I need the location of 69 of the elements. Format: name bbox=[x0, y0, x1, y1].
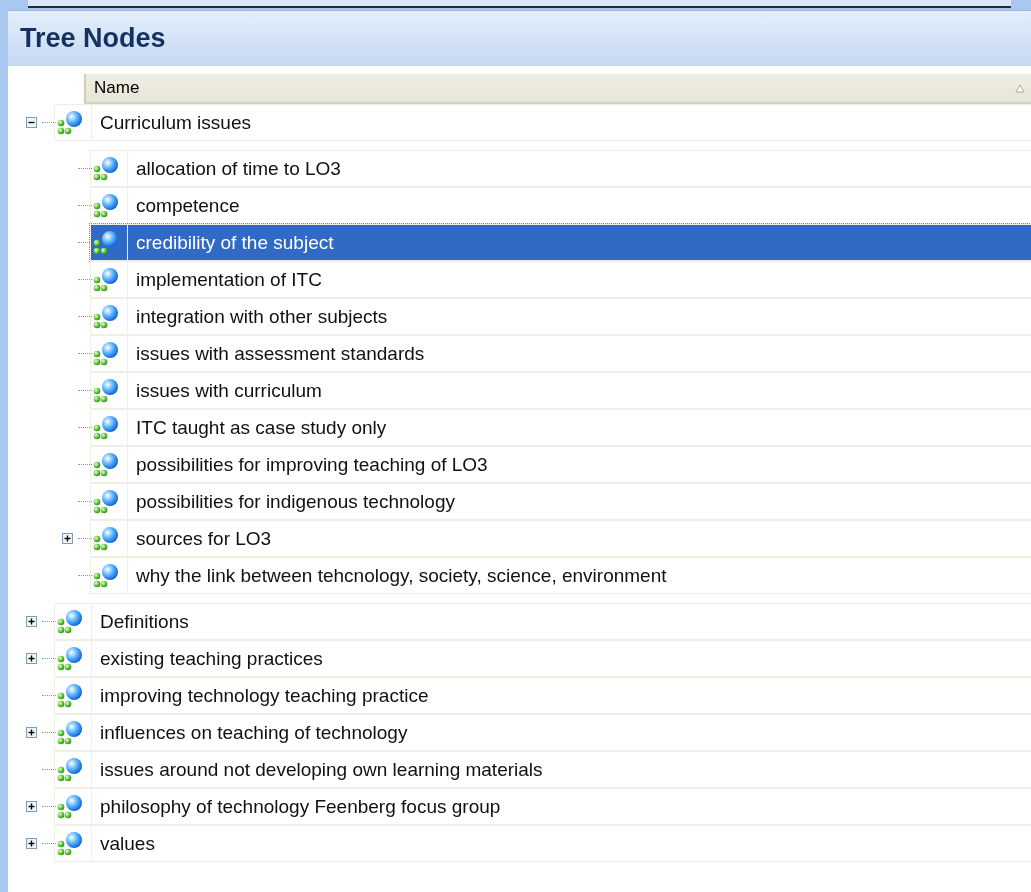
tree-node[interactable]: values bbox=[54, 825, 1031, 862]
node-icon bbox=[57, 756, 85, 783]
expand-icon[interactable] bbox=[26, 727, 37, 738]
tree-node[interactable]: why the link between tehcnology, society, science, environment bbox=[90, 557, 1031, 594]
tree-node[interactable]: influences on teaching of technology bbox=[54, 714, 1031, 751]
node-label: possibilities for indigenous technology bbox=[127, 484, 455, 519]
tree-node[interactable]: issues around not developing own learning materials bbox=[54, 751, 1031, 788]
expand-icon[interactable] bbox=[26, 616, 37, 627]
node-icon bbox=[93, 525, 121, 552]
node-label: existing teaching practices bbox=[91, 641, 323, 676]
node-icon bbox=[57, 793, 85, 820]
node-icon bbox=[93, 377, 121, 404]
panel-title: Tree Nodes bbox=[8, 10, 1031, 66]
node-icon bbox=[57, 608, 85, 635]
node-label: issues with curriculum bbox=[127, 373, 322, 408]
tree-node[interactable]: integration with other subjects bbox=[90, 298, 1031, 335]
expand-icon[interactable] bbox=[26, 653, 37, 664]
node-label: integration with other subjects bbox=[127, 299, 388, 334]
expand-icon[interactable] bbox=[26, 801, 37, 812]
tree-node[interactable]: issues with curriculum bbox=[90, 372, 1031, 409]
node-label: ITC taught as case study only bbox=[127, 410, 387, 445]
tree-node[interactable]: allocation of time to LO3 bbox=[90, 150, 1031, 187]
tree-node[interactable]: issues with assessment standards bbox=[90, 335, 1031, 372]
tree-node[interactable]: improving technology teaching practice bbox=[54, 677, 1031, 714]
node-icon bbox=[57, 645, 85, 672]
node-icon bbox=[57, 719, 85, 746]
node-label: influences on teaching of technology bbox=[91, 715, 408, 750]
node-label: Definitions bbox=[91, 604, 189, 639]
node-label: Curriculum issues bbox=[91, 105, 251, 140]
node-icon bbox=[93, 303, 121, 330]
expand-icon[interactable] bbox=[62, 533, 73, 544]
node-label: issues around not developing own learning materials bbox=[91, 752, 543, 787]
node-icon bbox=[93, 229, 121, 256]
node-label: why the link between tehcnology, society, science, environment bbox=[127, 558, 667, 593]
column-label: Name bbox=[94, 78, 140, 98]
node-label: possibilities for improving teaching of LO3 bbox=[127, 447, 488, 482]
node-icon bbox=[93, 266, 121, 293]
node-label: credibility of the subject bbox=[127, 225, 334, 260]
node-label: allocation of time to LO3 bbox=[127, 151, 341, 186]
collapse-icon[interactable] bbox=[26, 117, 37, 128]
node-icon bbox=[93, 414, 121, 441]
tree-node[interactable]: Curriculum issues bbox=[54, 104, 1031, 141]
node-icon bbox=[93, 562, 121, 589]
tree-node[interactable]: implementation of ITC bbox=[90, 261, 1031, 298]
tree-node[interactable]: possibilities for improving teaching of LO3 bbox=[90, 446, 1031, 483]
node-label: implementation of ITC bbox=[127, 262, 322, 297]
node-label: values bbox=[91, 826, 155, 861]
tree-node[interactable]: ITC taught as case study only bbox=[90, 409, 1031, 446]
tree-node[interactable]: possibilities for indigenous technology bbox=[90, 483, 1031, 520]
node-icon bbox=[93, 340, 121, 367]
tree-node[interactable]: sources for LO3 bbox=[90, 520, 1031, 557]
tree-node[interactable]: credibility of the subject bbox=[90, 224, 1031, 261]
sort-icon bbox=[1015, 83, 1025, 93]
node-icon bbox=[57, 830, 85, 857]
node-label: philosophy of technology Feenberg focus group bbox=[91, 789, 501, 824]
expand-icon[interactable] bbox=[26, 838, 37, 849]
node-icon bbox=[93, 451, 121, 478]
node-label: sources for LO3 bbox=[127, 521, 272, 556]
node-label: improving technology teaching practice bbox=[91, 678, 429, 713]
node-icon bbox=[57, 109, 85, 136]
node-icon bbox=[57, 682, 85, 709]
node-icon bbox=[93, 192, 121, 219]
node-icon bbox=[93, 155, 121, 182]
node-label: issues with assessment standards bbox=[127, 336, 425, 371]
tree-node[interactable]: existing teaching practices bbox=[54, 640, 1031, 677]
tree-node[interactable]: philosophy of technology Feenberg focus group bbox=[54, 788, 1031, 825]
column-header[interactable]: Name bbox=[84, 74, 1031, 104]
node-icon bbox=[93, 488, 121, 515]
tree-node[interactable]: Definitions bbox=[54, 603, 1031, 640]
